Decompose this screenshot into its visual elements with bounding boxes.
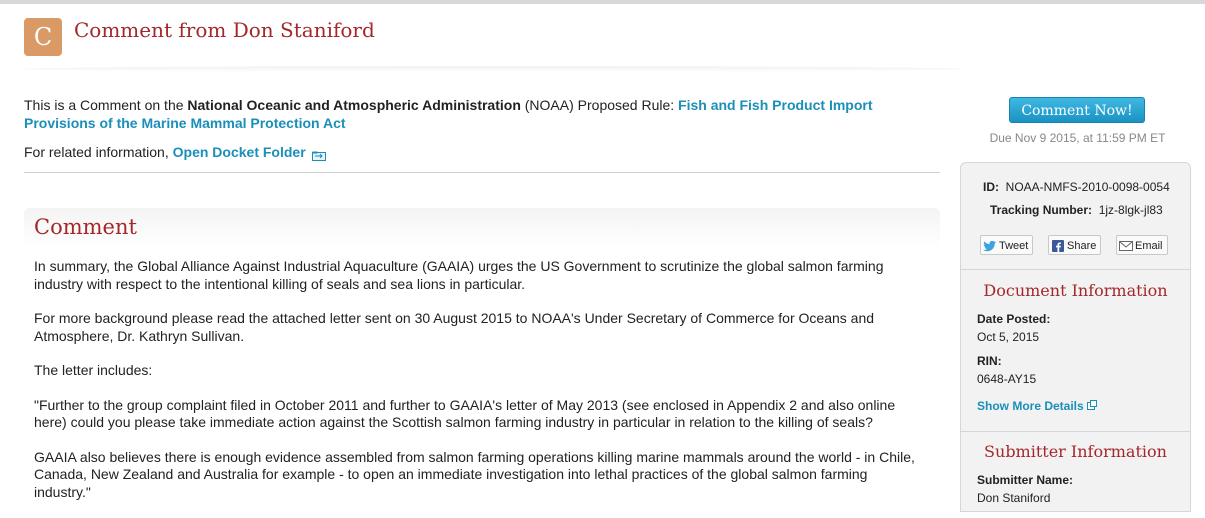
tracking-value: 1jz-8lgk-jl83 bbox=[1098, 203, 1163, 217]
comment-heading: Comment bbox=[34, 215, 137, 239]
related-info: For related information, Open Docket Fol… bbox=[24, 143, 326, 162]
rin-label: RIN: bbox=[977, 354, 1002, 368]
related-prefix: For related information, bbox=[24, 144, 173, 160]
comment-paragraph: The letter includes: bbox=[34, 362, 153, 378]
facebook-share-button[interactable]: Share bbox=[1048, 235, 1102, 255]
due-date: Due Nov 9 2015, at 11:59 PM ET bbox=[989, 131, 1166, 145]
id-row: ID: NOAA-NMFS-2010-0098-0054 bbox=[983, 180, 1170, 194]
submitter-name-label: Submitter Name: bbox=[977, 473, 1074, 487]
tracking-row: Tracking Number: 1jz-8lgk-jl83 bbox=[990, 203, 1163, 217]
sidebar: Comment Now! Due Nov 9 2015, at 11:59 PM… bbox=[960, 0, 1191, 512]
comment-type-badge: C bbox=[24, 18, 62, 56]
facebook-icon bbox=[1051, 239, 1065, 253]
agency-abbrev: (NOAA) Proposed Rule: bbox=[520, 97, 679, 113]
document-panel: ID: NOAA-NMFS-2010-0098-0054 Tracking Nu… bbox=[960, 162, 1191, 512]
tweet-button[interactable]: Tweet bbox=[980, 235, 1034, 255]
facebook-share-label: Share bbox=[1067, 240, 1097, 252]
submitter-name-value: Don Staniford bbox=[977, 491, 1051, 505]
comment-paragraph: In summary, the Global Alliance Against … bbox=[34, 258, 884, 292]
id-label: ID: bbox=[983, 180, 999, 194]
email-button[interactable]: Email bbox=[1116, 235, 1168, 255]
intro-prefix: This is a Comment on the bbox=[24, 97, 188, 113]
page-title: Comment from Don Staniford bbox=[74, 18, 375, 42]
id-value: NOAA-NMFS-2010-0098-0054 bbox=[1005, 180, 1170, 194]
agency-name: National Oceanic and Atmospheric Adminis… bbox=[187, 97, 521, 113]
section-divider bbox=[24, 172, 940, 173]
panel-divider bbox=[961, 269, 1190, 270]
comment-header: Comment bbox=[24, 208, 940, 248]
comment-paragraph: GAAIA also believes there is enough evid… bbox=[34, 448, 915, 500]
submitter-info-heading: Submitter Information bbox=[984, 442, 1167, 461]
email-icon bbox=[1119, 239, 1133, 252]
date-posted-value: Oct 5, 2015 bbox=[977, 330, 1040, 344]
rin-value: 0648-AY15 bbox=[977, 372, 1037, 386]
tracking-label: Tracking Number: bbox=[990, 203, 1093, 217]
folder-icon[interactable] bbox=[311, 147, 326, 162]
comment-now-button[interactable]: Comment Now! bbox=[1009, 97, 1145, 123]
external-window-icon bbox=[1087, 399, 1098, 413]
comment-paragraph: For more background please read the atta… bbox=[34, 310, 875, 344]
show-more-details-link[interactable]: Show More Details bbox=[977, 399, 1098, 413]
page-header: C Comment from Don Staniford bbox=[24, 18, 964, 68]
email-label: Email bbox=[1135, 240, 1163, 252]
docket-folder-link[interactable]: Open Docket Folder bbox=[173, 144, 306, 160]
document-info-heading: Document Information bbox=[983, 281, 1168, 300]
comment-section: Comment In summary, the Global Alliance … bbox=[24, 208, 940, 508]
show-more-details-label: Show More Details bbox=[977, 399, 1084, 413]
comment-body: In summary, the Global Alliance Against … bbox=[34, 258, 924, 518]
twitter-icon bbox=[983, 239, 997, 252]
document-intro: This is a Comment on the National Oceani… bbox=[24, 96, 940, 132]
tweet-label: Tweet bbox=[999, 240, 1029, 252]
date-posted-label: Date Posted: bbox=[977, 312, 1051, 326]
comment-paragraph: "Further to the group complaint filed in… bbox=[34, 396, 896, 431]
header-divider bbox=[24, 66, 964, 72]
panel-divider bbox=[961, 431, 1190, 432]
